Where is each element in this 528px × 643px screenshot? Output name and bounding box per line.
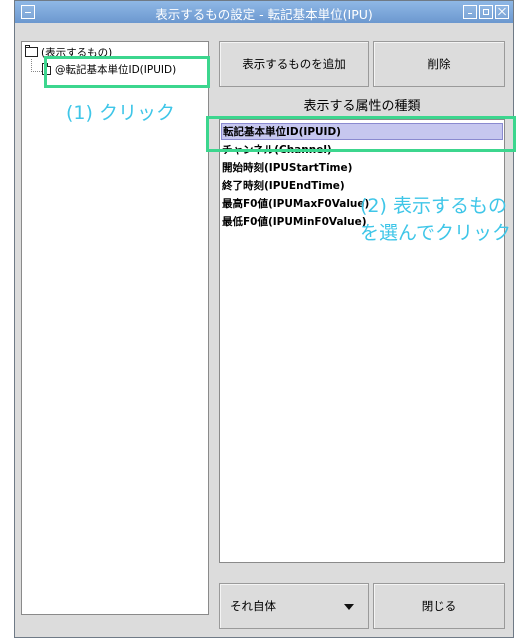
- attribute-item-channel[interactable]: チャンネル(Channel): [222, 142, 332, 157]
- dialog-window: 表示するもの設定 - 転記基本単位(IPU) (表示するもの) @転記基本単位I…: [14, 0, 514, 638]
- display-mode-value: それ自体: [230, 599, 276, 613]
- folder-icon: [25, 45, 38, 57]
- maximize-icon[interactable]: [479, 5, 493, 19]
- document-icon: [42, 63, 51, 75]
- tree-node-root-label: (表示するもの): [41, 47, 113, 59]
- attribute-list-heading: 表示する属性の種類: [303, 99, 421, 114]
- close-icon[interactable]: [495, 5, 509, 19]
- minimize-icon[interactable]: [463, 5, 477, 19]
- display-mode-dropdown[interactable]: それ自体: [219, 583, 369, 629]
- delete-button[interactable]: 削除: [373, 41, 505, 87]
- add-display-item-button[interactable]: 表示するものを追加: [219, 41, 369, 87]
- title-bar[interactable]: 表示するもの設定 - 転記基本単位(IPU): [15, 1, 513, 23]
- tree-node-root[interactable]: (表示するもの): [25, 45, 112, 60]
- annotation-step2-line2: を選んでクリック: [360, 222, 512, 244]
- attribute-item-max-f0[interactable]: 最高F0値(IPUMaxF0Value): [222, 196, 369, 211]
- tree-node-ipuid[interactable]: @転記基本単位ID(IPUID): [42, 62, 176, 77]
- attribute-item-min-f0[interactable]: 最低F0値(IPUMinF0Value): [222, 214, 367, 229]
- dropdown-arrow-icon: [344, 604, 354, 610]
- annotation-step1: (1) クリック: [66, 102, 175, 124]
- annotation-step2-line1: (2) 表示するもの: [360, 195, 507, 217]
- screenshot: 表示するもの設定 - 転記基本単位(IPU) (表示するもの) @転記基本単位I…: [0, 0, 528, 643]
- tree-connector: [31, 59, 42, 72]
- close-button[interactable]: 閉じる: [373, 583, 505, 629]
- attribute-list[interactable]: 転記基本単位ID(IPUID) チャンネル(Channel) 開始時刻(IPUS…: [219, 119, 505, 563]
- tree-node-ipuid-label: @転記基本単位ID(IPUID): [55, 64, 177, 76]
- window-title: 表示するもの設定 - 転記基本単位(IPU): [155, 7, 373, 22]
- attribute-item-ipuid[interactable]: 転記基本単位ID(IPUID): [221, 123, 503, 140]
- attribute-item-end-time[interactable]: 終了時刻(IPUEndTime): [222, 178, 345, 193]
- attribute-item-start-time[interactable]: 開始時刻(IPUStartTime): [222, 160, 352, 175]
- display-tree[interactable]: (表示するもの) @転記基本単位ID(IPUID): [21, 41, 209, 615]
